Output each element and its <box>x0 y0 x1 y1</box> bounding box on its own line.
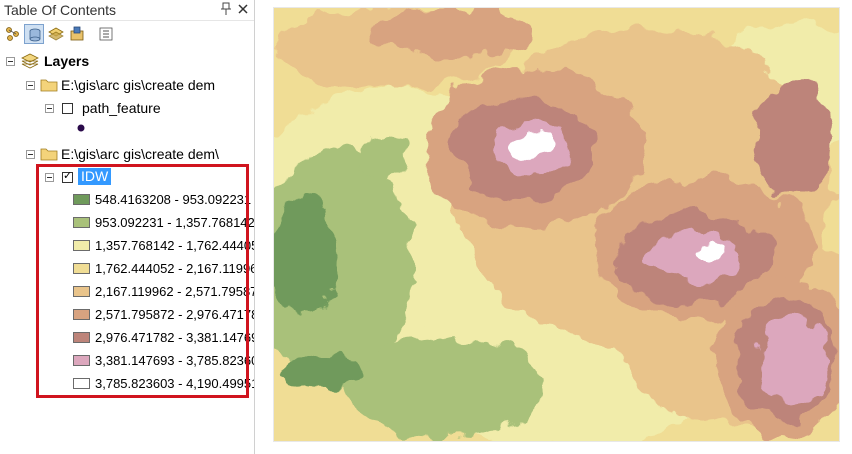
legend-swatch[interactable] <box>73 263 90 274</box>
tree-row-folder-2[interactable]: E:\gis\arc gis\create dem\ <box>0 145 254 163</box>
legend-row[interactable]: 1,762.444052 - 2,167.119962 <box>0 260 254 278</box>
panel-title: Table Of Contents <box>4 2 117 18</box>
zone-peak-2 <box>697 242 727 260</box>
path-feature-visibility-checkbox[interactable] <box>62 103 73 114</box>
options-icon <box>99 27 113 41</box>
legend-swatch[interactable] <box>73 309 90 320</box>
collapse-layers-toggle[interactable] <box>6 57 15 66</box>
pin-icon[interactable] <box>218 2 234 18</box>
point-symbol-icon <box>77 124 85 132</box>
folder-2-path: E:\gis\arc gis\create dem\ <box>61 146 219 162</box>
legend-label: 1,762.444052 - 2,167.119962 <box>95 261 255 276</box>
legend-label: 2,167.119962 - 2,571.795872 <box>95 284 255 299</box>
folder-1-path: E:\gis\arc gis\create dem <box>61 77 216 93</box>
zone-green-light-3 <box>359 138 409 178</box>
table-of-contents-panel: Table Of Contents Layers E:\gis\arc gis\… <box>0 0 255 454</box>
collapse-path-feature-toggle[interactable] <box>45 104 54 113</box>
legend-label: 2,571.795872 - 2,976.471782 <box>95 307 255 322</box>
tree-row-idw[interactable]: IDW <box>0 168 254 186</box>
zone-brown-3 <box>754 78 834 198</box>
path-feature-label: path_feature <box>82 100 161 116</box>
tree-row-folder-1[interactable]: E:\gis\arc gis\create dem <box>0 76 254 94</box>
close-icon[interactable] <box>235 2 251 18</box>
legend-swatch[interactable] <box>73 217 90 228</box>
legend-row[interactable]: 2,167.119962 - 2,571.795872 <box>0 283 254 301</box>
folder-icon <box>40 148 58 161</box>
toc-toolbar <box>0 21 254 48</box>
legend-swatch[interactable] <box>73 378 90 389</box>
path-feature-symbol-row <box>0 121 254 139</box>
legend-row[interactable]: 953.092231 - 1,357.768142 <box>0 214 254 232</box>
zone-peak-1 <box>514 132 550 160</box>
zone-green-light-2 <box>344 338 544 438</box>
layers-icon <box>21 53 39 69</box>
list-by-drawing-order-icon <box>6 27 19 41</box>
idw-raster-map[interactable] <box>274 8 839 441</box>
zone-green-dark-2 <box>284 358 364 388</box>
legend-row[interactable]: 2,571.795872 - 2,976.471782 <box>0 306 254 324</box>
legend-swatch[interactable] <box>73 355 90 366</box>
map-view[interactable] <box>273 7 840 442</box>
collapse-folder-1-toggle[interactable] <box>26 81 35 90</box>
legend-swatch[interactable] <box>73 194 90 205</box>
layers-label: Layers <box>44 53 90 69</box>
options-button[interactable] <box>96 24 116 44</box>
legend-row[interactable]: 548.4163208 - 953.092231 <box>0 191 254 209</box>
legend-swatch[interactable] <box>73 332 90 343</box>
folder-icon <box>40 79 58 92</box>
legend-swatch[interactable] <box>73 286 90 297</box>
zone-pink-2 <box>644 233 744 283</box>
idw-layer-label[interactable]: IDW <box>78 168 112 185</box>
legend-row[interactable]: 2,976.471782 - 3,381.147693 <box>0 329 254 347</box>
list-by-drawing-order-button[interactable] <box>3 24 23 44</box>
tree-row-path-feature[interactable]: path_feature <box>0 99 254 117</box>
list-by-source-icon <box>29 28 41 42</box>
zone-orange-4 <box>374 8 534 58</box>
idw-visibility-checkbox[interactable] <box>62 169 73 183</box>
legend-label: 548.4163208 - 953.092231 <box>95 192 252 207</box>
legend-row[interactable]: 3,381.147693 - 3,785.823603 <box>0 352 254 370</box>
legend-row[interactable]: 1,357.768142 - 1,762.444052 <box>0 237 254 255</box>
collapse-folder-2-toggle[interactable] <box>26 150 35 159</box>
tree-row-layers[interactable]: Layers <box>0 52 254 70</box>
list-by-source-button[interactable] <box>24 24 44 44</box>
list-by-visibility-icon <box>48 27 64 41</box>
list-by-visibility-button[interactable] <box>46 24 66 44</box>
legend-label: 3,381.147693 - 3,785.823603 <box>95 353 255 368</box>
zone-pink-3 <box>759 313 829 403</box>
list-by-selection-icon <box>70 26 84 41</box>
list-by-selection-button[interactable] <box>67 24 87 44</box>
legend-label: 953.092231 - 1,357.768142 <box>95 215 255 230</box>
collapse-idw-toggle[interactable] <box>45 173 54 182</box>
panel-titlebar: Table Of Contents <box>0 0 254 21</box>
elevation-zones <box>274 8 839 441</box>
legend-label: 2,976.471782 - 3,381.147693 <box>95 330 255 345</box>
legend-label: 1,357.768142 - 1,762.444052 <box>95 238 255 253</box>
legend-row[interactable]: 3,785.823603 - 4,190.499513 <box>0 375 254 393</box>
legend-swatch[interactable] <box>73 240 90 251</box>
legend-label: 3,785.823603 - 4,190.499513 <box>95 376 255 391</box>
